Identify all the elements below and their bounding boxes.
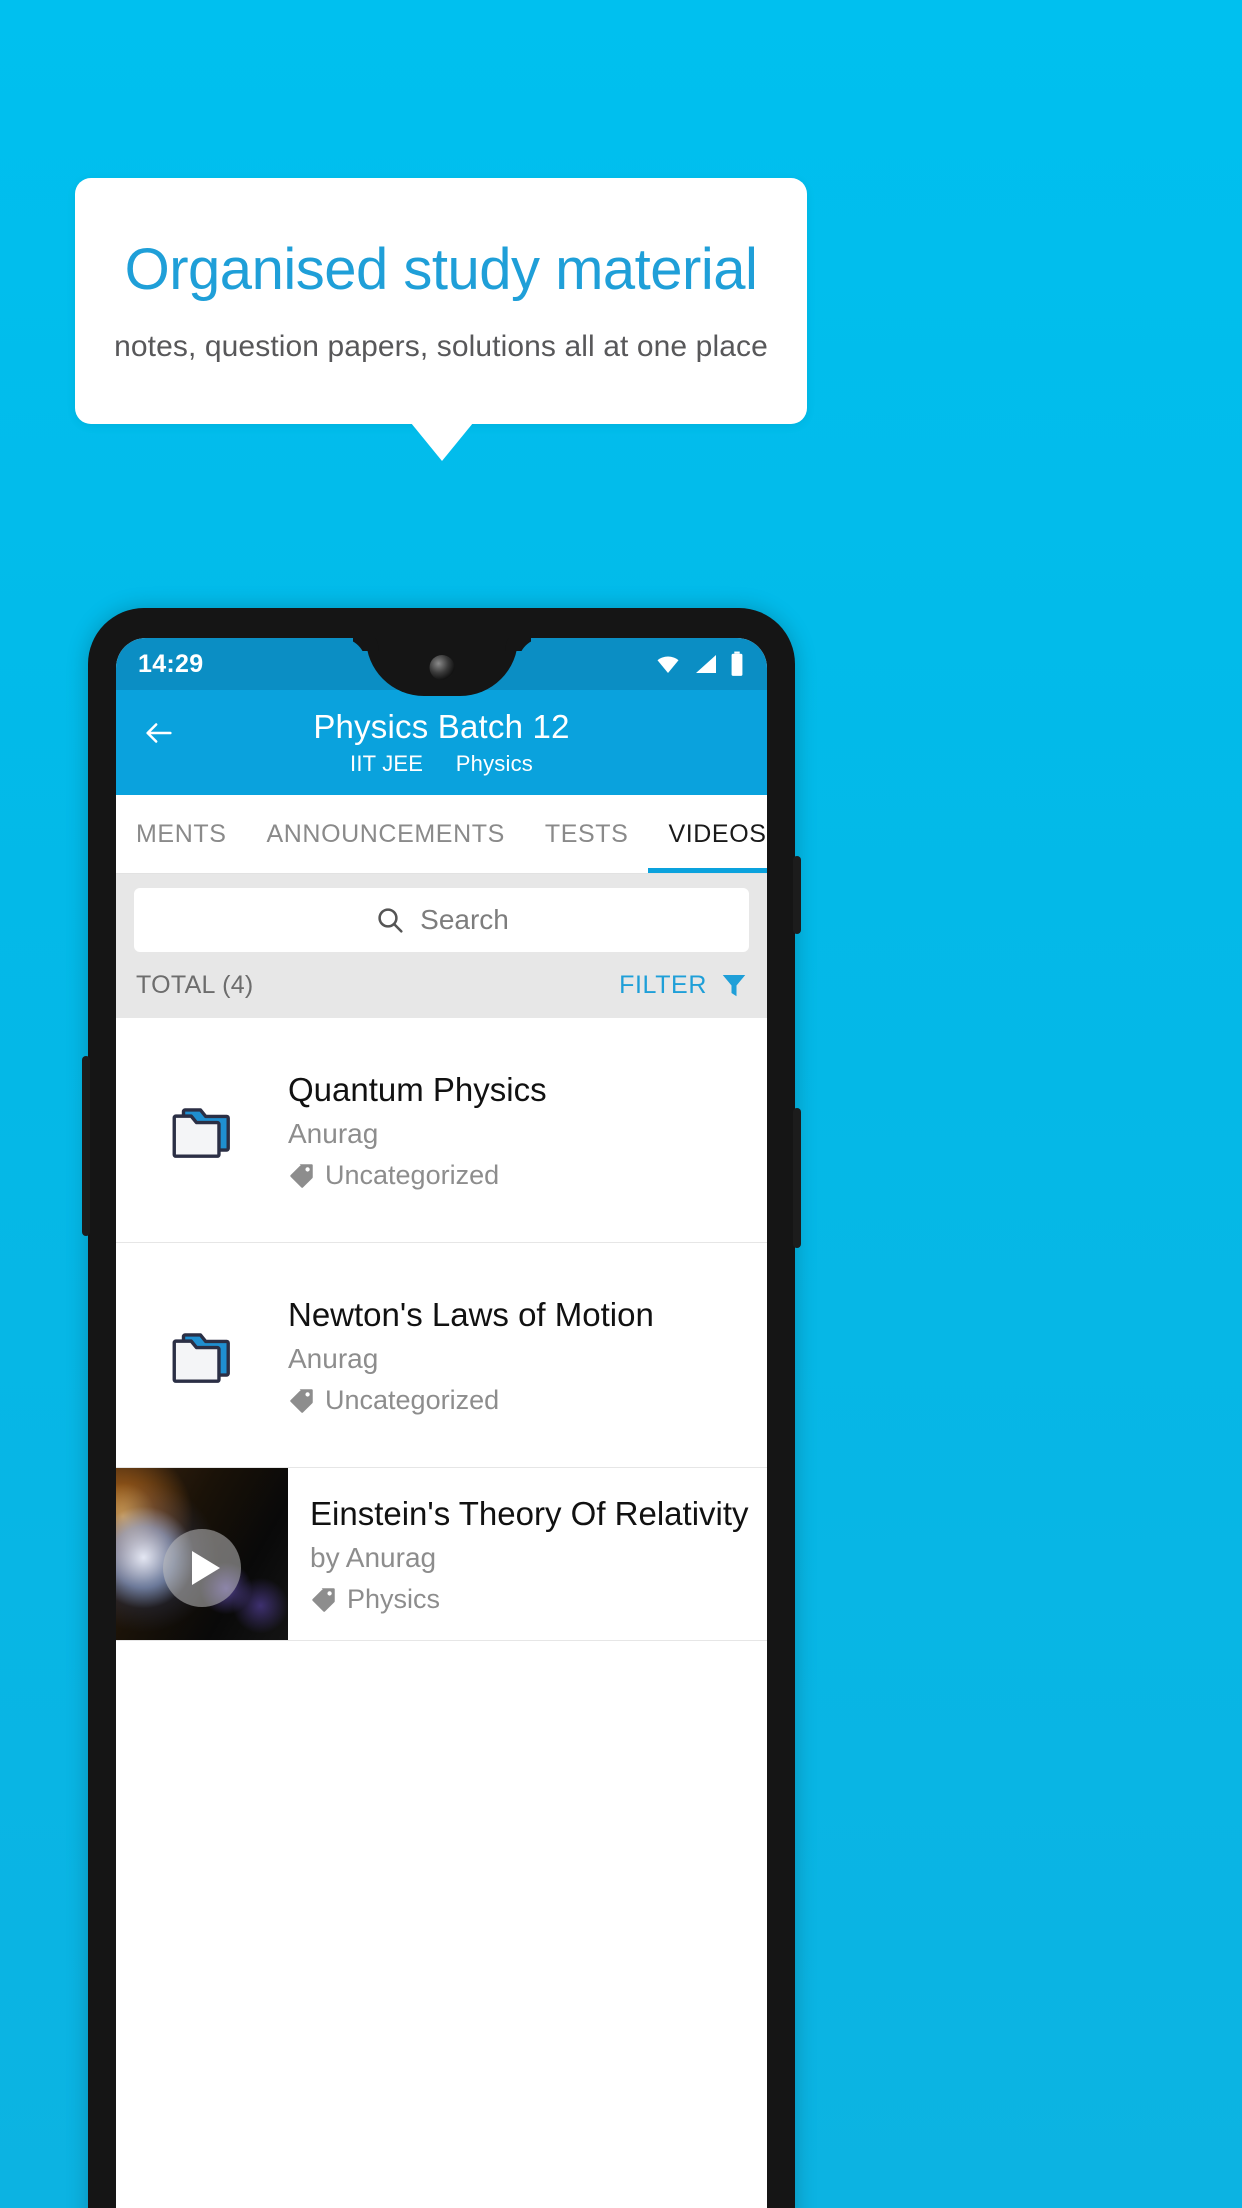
- phone-power-button: [793, 856, 801, 934]
- status-icons: [653, 651, 745, 677]
- tab-assignments[interactable]: MENTS: [116, 795, 247, 873]
- battery-icon: [731, 651, 743, 676]
- list-item[interactable]: Newton's Laws of Motion Anurag Uncategor…: [116, 1243, 767, 1469]
- list-item-body: Newton's Laws of Motion Anurag Uncategor…: [288, 1295, 767, 1416]
- search-section: Search: [116, 874, 767, 953]
- list-item-author: by Anurag: [310, 1541, 437, 1573]
- list-item-title: Newton's Laws of Motion: [288, 1295, 654, 1333]
- list-item-body: Einstein's Theory Of Relativity by Anura…: [288, 1494, 767, 1615]
- search-placeholder: Search: [420, 904, 509, 936]
- folder-icon: [116, 1093, 288, 1167]
- promo-title: Organised study material: [124, 237, 758, 303]
- signal-icon: [696, 655, 716, 673]
- tab-videos[interactable]: VIDEOS: [648, 795, 767, 874]
- tab-label: MENTS: [136, 819, 227, 848]
- tab-announcements[interactable]: ANNOUNCEMENTS: [247, 795, 525, 873]
- tab-tests[interactable]: TESTS: [525, 795, 649, 873]
- list-item-author: Anurag: [288, 1117, 379, 1149]
- front-camera-icon: [429, 655, 454, 680]
- search-input[interactable]: Search: [134, 888, 749, 953]
- phone-side-button: [82, 1056, 90, 1236]
- total-count-label: TOTAL (4): [136, 970, 254, 999]
- phone-screen: 14:29 Physics Batch 12 IIT JEE Physics M…: [116, 638, 767, 2208]
- video-list: Quantum Physics Anurag Uncategorized New…: [116, 1018, 767, 1642]
- promo-subtitle: notes, question papers, solutions all at…: [114, 329, 768, 363]
- promo-background: Organised study material notes, question…: [0, 0, 1242, 2208]
- tab-label: ANNOUNCEMENTS: [266, 819, 505, 848]
- list-item-author: Anurag: [288, 1342, 379, 1374]
- filter-button[interactable]: FILTER: [619, 970, 749, 1000]
- phone-frame: 14:29 Physics Batch 12 IIT JEE Physics M…: [82, 608, 801, 2208]
- tab-label: VIDEOS: [668, 819, 767, 848]
- list-item-title: Einstein's Theory Of Relativity: [310, 1494, 749, 1532]
- folder-icon: [116, 1318, 288, 1392]
- list-item-tag-text: Uncategorized: [325, 1384, 500, 1415]
- list-item-body: Quantum Physics Anurag Uncategorized: [288, 1070, 767, 1191]
- tab-bar: MENTS ANNOUNCEMENTS TESTS VIDEOS: [116, 795, 767, 875]
- list-item-tag-text: Physics: [347, 1583, 441, 1614]
- list-item-tag: Physics: [310, 1584, 747, 1615]
- tab-label: TESTS: [544, 819, 629, 848]
- tag-icon: [290, 1163, 313, 1188]
- app-bar-subject: Physics: [455, 751, 533, 777]
- app-bar-exam: IIT JEE: [350, 751, 424, 777]
- search-icon: [378, 908, 403, 933]
- list-item-tag: Uncategorized: [288, 1160, 747, 1191]
- list-item-tag-text: Uncategorized: [325, 1159, 500, 1190]
- filter-funnel-icon: [722, 975, 746, 997]
- phone-volume-button: [793, 1108, 801, 1248]
- list-item-tag: Uncategorized: [288, 1385, 747, 1416]
- tag-icon: [312, 1587, 335, 1612]
- status-time: 14:29: [138, 649, 204, 678]
- filter-label: FILTER: [619, 970, 707, 999]
- list-item-title: Quantum Physics: [288, 1070, 547, 1108]
- promo-card: Organised study material notes, question…: [75, 178, 807, 424]
- back-arrow-icon[interactable]: [136, 710, 182, 756]
- promo-card-tail: [411, 423, 473, 461]
- page-title: Physics Batch 12: [313, 708, 570, 745]
- list-item[interactable]: Einstein's Theory Of Relativity by Anura…: [116, 1468, 767, 1642]
- list-item[interactable]: Quantum Physics Anurag Uncategorized: [116, 1018, 767, 1244]
- app-bar-subtitle: IIT JEE Physics: [116, 751, 767, 777]
- play-triangle: [192, 1551, 220, 1585]
- wifi-icon: [657, 656, 679, 673]
- app-bar: Physics Batch 12 IIT JEE Physics: [116, 690, 767, 796]
- play-icon[interactable]: [163, 1529, 241, 1607]
- video-thumbnail[interactable]: [116, 1468, 288, 1641]
- tag-icon: [290, 1388, 313, 1413]
- list-toolbar: TOTAL (4) FILTER: [116, 952, 767, 1019]
